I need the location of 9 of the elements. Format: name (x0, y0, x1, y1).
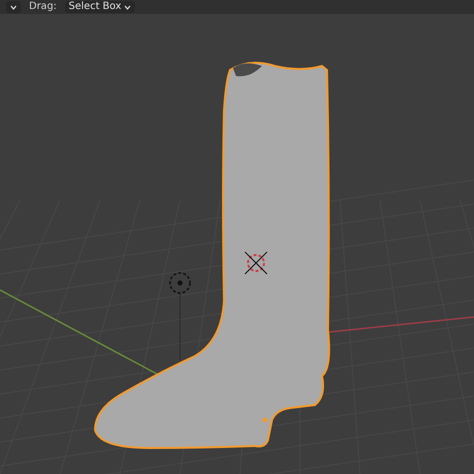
caret-icon (10, 4, 17, 10)
tool-dropdown[interactable]: Select Box (64, 1, 136, 13)
origin-dot (262, 418, 268, 422)
3d-cursor-icon (244, 252, 268, 274)
caret-icon (124, 4, 132, 10)
mode-dropdown[interactable] (6, 1, 21, 13)
boot-mesh[interactable] (94, 62, 330, 449)
drag-label: Drag: (29, 1, 57, 13)
light-icon (169, 272, 191, 294)
